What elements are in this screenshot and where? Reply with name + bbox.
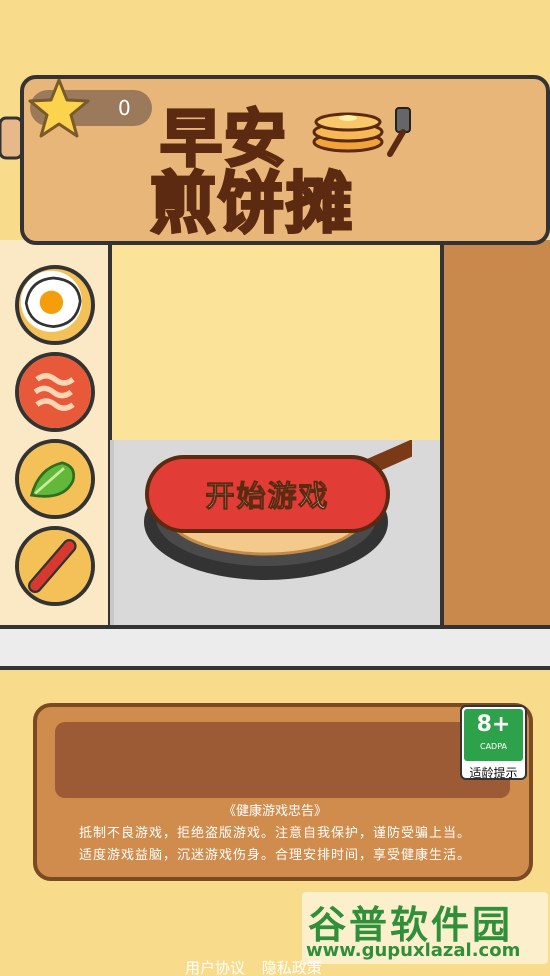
- fried-egg-icon: [20, 270, 82, 332]
- stall-back-wall: [110, 238, 440, 448]
- ingredient-sausage-button[interactable]: [15, 526, 95, 606]
- pancake-spatula-icon: [312, 107, 411, 157]
- notice-title: 《健康游戏忠告》: [222, 804, 327, 819]
- start-game-button[interactable]: 开始游戏: [145, 455, 390, 533]
- age-rating-value: 8+: [476, 712, 511, 737]
- sausage-icon: [19, 530, 91, 602]
- notice-inner-panel: [55, 722, 510, 798]
- lettuce-icon: [19, 443, 91, 515]
- watermark-url: www.gupuxlazal.com: [306, 940, 521, 961]
- age-rating-box: 8+ CADPA: [464, 709, 523, 761]
- ingredient-bacon-button[interactable]: [15, 352, 95, 432]
- ingredient-lettuce-button[interactable]: [15, 439, 95, 519]
- notice-line-2: 适度游戏益脑，沉迷游戏伤身。合理安排时间，享受健康生活。: [78, 848, 471, 863]
- age-rating-label: 适龄提示: [469, 766, 518, 780]
- right-wall: [440, 240, 550, 630]
- age-rating-org: CADPA: [479, 742, 507, 751]
- notice-line-1: 抵制不良游戏，拒绝盗版游戏。注意自我保护，谨防受骗上当。: [78, 826, 471, 841]
- score-value: 0: [118, 96, 131, 120]
- game-title-line2: 煎饼摊: [149, 164, 354, 244]
- counter-top: [0, 625, 550, 670]
- star-icon: [28, 78, 90, 138]
- ingredient-egg-button[interactable]: [15, 265, 95, 345]
- user-agreement-link[interactable]: 用户协议: [185, 959, 245, 976]
- bacon-icon: [19, 356, 91, 428]
